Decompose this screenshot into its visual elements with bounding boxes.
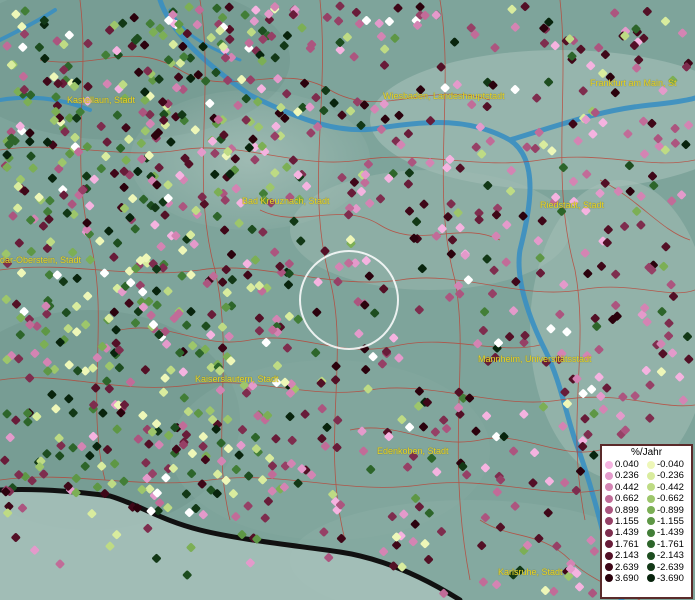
legend-row: 0.442 -0.442 — [602, 482, 691, 493]
legend-swatch-positive — [605, 517, 613, 526]
legend-value-positive: 1.761 — [615, 538, 639, 550]
city-label-karlsruhe: Karlsruhe, Stadt — [498, 567, 563, 577]
selection-layer — [299, 250, 399, 350]
city-label-idar-oberstein: dar-Oberstein, Stadt — [0, 255, 82, 265]
city-label-bad-kreuznach: Bad Kreuznach, Stadt — [242, 196, 330, 206]
legend-value-negative: -1.439 — [657, 527, 684, 539]
legend-row: 0.899 -0.899 — [602, 505, 691, 516]
legend-swatch-positive — [605, 574, 613, 583]
legend: %/Jahr 0.040 -0.040 0.236 -0.236 0.442 -0.442… — [600, 444, 693, 599]
city-label-riedstadt: Riedstadt, Stadt — [540, 200, 605, 210]
legend-swatch-positive — [605, 471, 613, 480]
legend-swatch-negative — [647, 517, 655, 526]
legend-row: 0.236 -0.236 — [602, 470, 691, 481]
legend-row: 3.690 -3.690 — [602, 573, 691, 584]
legend-swatch-positive — [605, 563, 613, 572]
legend-row: 2.143 -2.143 — [602, 550, 691, 561]
city-label-mannheim: Mannheim, Universitätsstadt — [478, 354, 592, 364]
legend-value-positive: 0.236 — [615, 470, 639, 482]
legend-value-positive: 1.155 — [615, 515, 639, 527]
legend-value-negative: -0.899 — [657, 504, 684, 516]
legend-row: 0.662 -0.662 — [602, 493, 691, 504]
velocity-map[interactable]: Kastellaun, Stadt Wiesbaden, Landeshaupt… — [0, 0, 695, 600]
legend-title: %/Jahr — [630, 447, 663, 458]
legend-value-negative: -0.662 — [657, 493, 684, 505]
legend-value-negative: -2.143 — [657, 550, 684, 562]
legend-row: 2.639 -2.639 — [602, 562, 691, 573]
legend-value-negative: -0.442 — [657, 481, 684, 493]
legend-rows: 0.040 -0.040 0.236 -0.236 0.442 -0.442 0.662 -0… — [602, 459, 691, 584]
city-label-kaiserslautern: Kaiserslautern, Stadt — [195, 374, 279, 384]
city-label-wiesbaden: Wiesbaden, Landeshauptstadt — [383, 91, 505, 101]
legend-swatch-positive — [605, 528, 613, 537]
legend-swatch-negative — [647, 460, 655, 469]
legend-swatch-negative — [647, 563, 655, 572]
legend-value-negative: -2.639 — [657, 561, 684, 573]
city-label-edenkoben: Edenkoben, Stadt — [377, 446, 449, 456]
legend-value-positive: 2.143 — [615, 550, 639, 562]
legend-swatch-negative — [647, 494, 655, 503]
legend-value-negative: -1.761 — [657, 538, 684, 550]
legend-swatch-positive — [605, 494, 613, 503]
legend-swatch-negative — [647, 528, 655, 537]
city-label-frankfurt: Frankfurt am Main, St — [590, 78, 677, 88]
legend-swatch-positive — [605, 540, 613, 549]
city-label-kastellaun: Kastellaun, Stadt — [67, 95, 136, 105]
legend-value-negative: -3.690 — [657, 572, 684, 584]
legend-value-positive: 0.662 — [615, 493, 639, 505]
legend-swatch-negative — [647, 540, 655, 549]
legend-value-negative: -0.040 — [657, 459, 684, 470]
legend-row: 1.439 -1.439 — [602, 527, 691, 538]
legend-value-positive: 3.690 — [615, 572, 639, 584]
legend-swatch-negative — [647, 471, 655, 480]
legend-swatch-positive — [605, 483, 613, 492]
legend-value-positive: 2.639 — [615, 561, 639, 573]
legend-row: 0.040 -0.040 — [602, 459, 691, 470]
legend-swatch-positive — [605, 551, 613, 560]
legend-row: 1.155 -1.155 — [602, 516, 691, 527]
legend-value-negative: -0.236 — [657, 470, 684, 482]
legend-value-positive: 0.442 — [615, 481, 639, 493]
selection-circle[interactable] — [299, 250, 399, 350]
legend-value-negative: -1.155 — [657, 515, 684, 527]
legend-swatch-positive — [605, 506, 613, 515]
legend-swatch-negative — [647, 506, 655, 515]
legend-swatch-negative — [647, 551, 655, 560]
legend-swatch-negative — [647, 483, 655, 492]
legend-value-positive: 0.899 — [615, 504, 639, 516]
legend-row: 1.761 -1.761 — [602, 539, 691, 550]
legend-swatch-positive — [605, 460, 613, 469]
legend-value-positive: 1.439 — [615, 527, 639, 539]
legend-swatch-negative — [647, 574, 655, 583]
legend-value-positive: 0.040 — [615, 459, 639, 470]
